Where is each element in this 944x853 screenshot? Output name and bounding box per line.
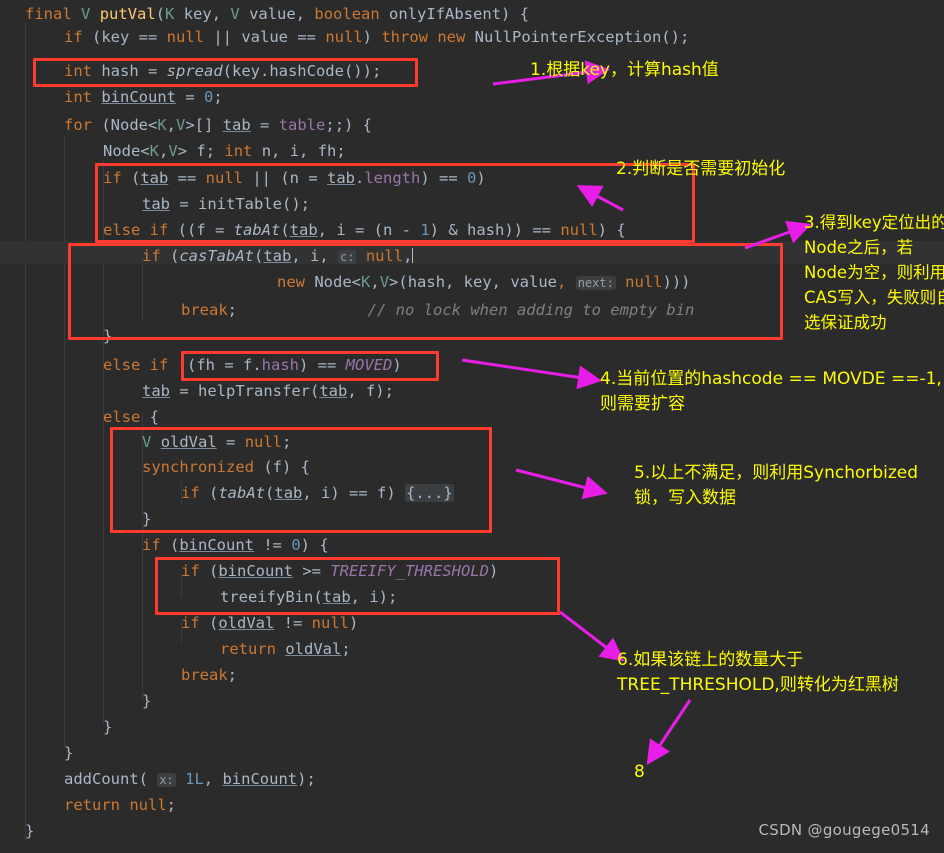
code-line: } xyxy=(103,718,113,736)
code-line: if (key == null || value == null) throw … xyxy=(64,28,690,46)
code-line: return null; xyxy=(64,796,176,814)
annotation-note-5: 5.以上不满足，则利用Synchorbized锁，写入数据 xyxy=(634,463,919,508)
code-line: if (binCount != 0) { xyxy=(142,536,329,554)
annotation-note-6: 6.如果该链上的数量大于 TREE_THRESHOLD,则转化为红黑树 xyxy=(617,650,899,695)
code-line: int binCount = 0; xyxy=(64,88,223,106)
annotation-note-3: 3.得到key定位出的Node之后，若Node为空，则利用CAS写入，失败则自选… xyxy=(804,213,944,332)
code-line: addCount( x: 1L, binCount); xyxy=(64,770,316,788)
highlight-box-moved xyxy=(181,351,439,381)
code-line: Node<K,V> f; int n, i, fh; xyxy=(103,142,346,160)
code-line: } xyxy=(25,822,35,840)
highlight-box-inittable xyxy=(95,163,695,243)
annotation-note-4: 4.当前位置的hashcode == MOVDE ==-1,则需要扩容 xyxy=(600,369,942,414)
watermark: CSDN @gougege0514 xyxy=(758,821,930,839)
code-line: } xyxy=(142,692,152,710)
annotation-note-2: 2.判断是否需要初始化 xyxy=(616,159,786,179)
code-line: if (oldVal != null) xyxy=(181,614,359,632)
highlight-box-castabat xyxy=(68,243,783,340)
highlight-box-treeify xyxy=(155,557,560,615)
code-line: } xyxy=(64,744,74,762)
code-line: else { xyxy=(103,408,159,426)
highlight-box-hash xyxy=(33,58,418,87)
code-line: for (Node<K,V>[] tab = table;;) { xyxy=(64,116,373,134)
code-line: final V putVal(K key, V value, boolean o… xyxy=(25,5,530,23)
annotation-note-8: 8 xyxy=(634,762,645,782)
code-line: break; xyxy=(181,666,238,684)
code-line: tab = helpTransfer(tab, f); xyxy=(142,382,394,400)
highlight-box-synchronized xyxy=(110,427,492,533)
annotation-note-1: 1.根据key，计算hash值 xyxy=(530,60,719,80)
code-editor[interactable]: final V putVal(K key, V value, boolean o… xyxy=(0,0,944,853)
code-line: return oldVal; xyxy=(220,640,351,658)
